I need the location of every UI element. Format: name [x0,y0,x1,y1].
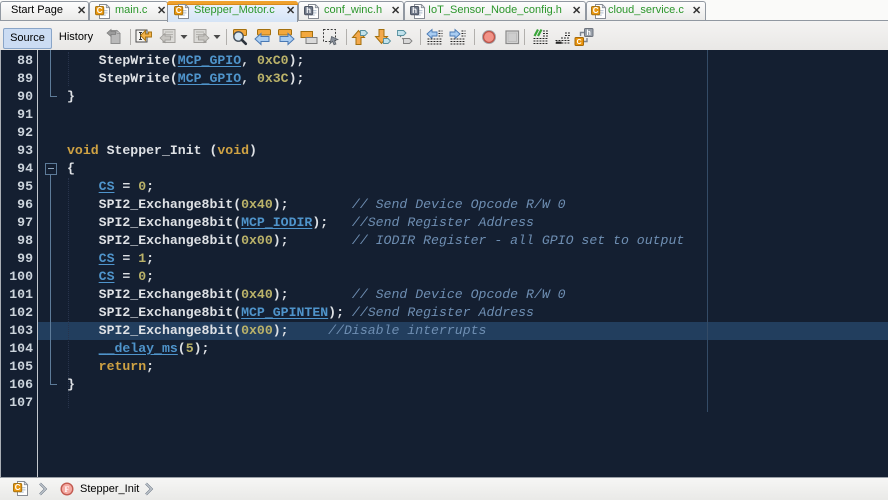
svg-text:F: F [65,485,70,494]
svg-text:C: C [577,39,582,46]
svg-text:h: h [587,30,591,37]
